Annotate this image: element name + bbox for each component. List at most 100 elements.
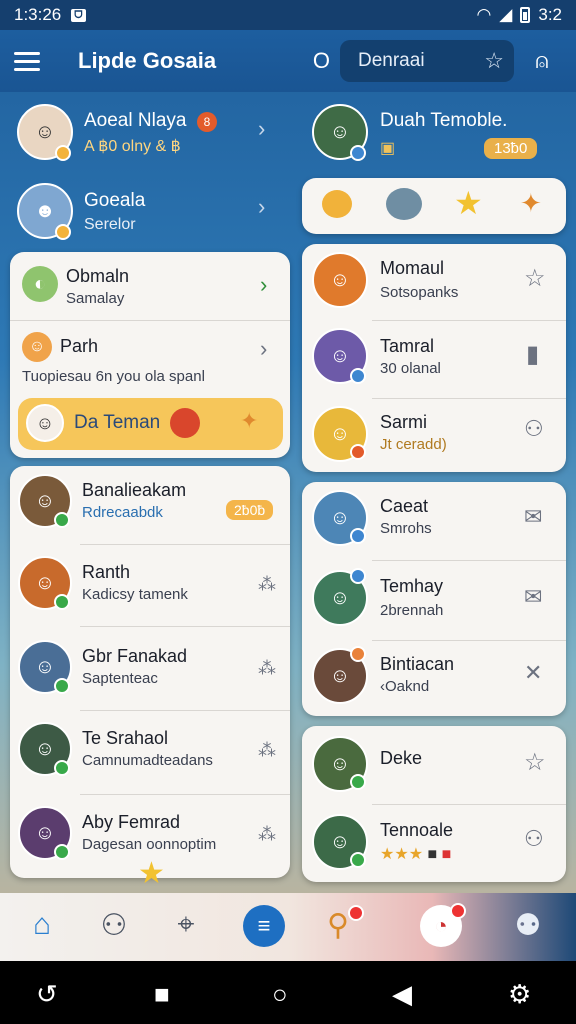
list-item[interactable]: ☺ Ranth Kadicsy tamenk ⁂ (10, 546, 290, 628)
signal-icon: ◢ (499, 5, 513, 24)
item-title: Te Srahaol (82, 728, 169, 748)
profile-icon[interactable]: ⚉ (506, 903, 550, 947)
home-icon[interactable]: ⌂ (20, 903, 64, 947)
list-item[interactable]: ☺ Banalieakam Rdrecaabdk 2ƀ0ƀ (10, 466, 290, 548)
pin-icon[interactable]: ⁂ (258, 824, 276, 845)
bottom-nav: ⌂ ⚇ ⌖ ≡ ⚲ ◔ ⚉ (0, 893, 576, 961)
online-dot (54, 594, 70, 610)
home-button-icon[interactable]: ○ (272, 979, 288, 1010)
app-title: Lipde Gosaia (78, 48, 217, 73)
chat-icon[interactable] (322, 190, 352, 218)
profile-icon[interactable]: ⍝ (522, 48, 562, 74)
list-item[interactable]: ☺ Temhay 2brennah ✉ (302, 562, 566, 640)
list-item[interactable]: ☺ Tennoale ★★★ ■ ■ ⚇ (302, 806, 566, 882)
game-icon[interactable]: ⚇ (524, 826, 544, 852)
item-title: Aby Femrad (82, 812, 181, 832)
avatar: ☺ (22, 332, 52, 362)
divider (372, 804, 566, 805)
mail-icon[interactable]: ✉ (524, 504, 542, 530)
item-sub: 2brennah (380, 602, 444, 619)
online-dot (350, 852, 366, 868)
badge-dot (350, 368, 366, 384)
battery-icon (520, 7, 531, 23)
list-item[interactable]: ☺ Tamral 30 olanal ▮ (302, 322, 566, 398)
item-title: Tamral (380, 336, 435, 356)
divider (372, 320, 566, 321)
divider (80, 794, 290, 795)
contact-row[interactable]: Duah Temoble. (380, 110, 507, 132)
pin-icon[interactable]: ⁂ (258, 740, 276, 761)
recents-icon[interactable]: ■ (154, 979, 170, 1010)
status-bar: 1:3:26 ᗜ ◠ ◢ 3:2 (0, 0, 576, 30)
location-icon[interactable]: ⌖ (164, 903, 208, 947)
bookmark-icon[interactable]: ▮ (526, 340, 539, 369)
emoji-icon (170, 408, 200, 438)
count-badge: 8 (196, 112, 217, 132)
star-icon[interactable]: ☆ (484, 48, 504, 74)
item-sub: 30 olanal (380, 360, 441, 377)
contact-sub: Serelor (84, 216, 136, 233)
chevron-right-icon[interactable]: › (260, 272, 267, 298)
contact-name: Duah Temoble. (380, 110, 508, 131)
accessibility-icon[interactable]: ⚙ (508, 979, 531, 1010)
list-item[interactable]: ☺ Bintiacan ‹Oaknd ✕ (302, 642, 566, 716)
list-item[interactable]: ☺ Deke ☆ (302, 726, 566, 804)
list-item[interactable]: ☺ Sarmi Jt ceradd) ⚇ (302, 400, 566, 472)
lock-icon: ▣ (380, 140, 396, 157)
badge-dot (55, 224, 71, 240)
rotate-icon[interactable]: ↺ (36, 979, 58, 1010)
pin-icon[interactable]: ⁂ (258, 658, 276, 679)
banner[interactable]: ☺ Da Teman ✦ (18, 398, 283, 450)
emoji-icon[interactable] (386, 188, 422, 220)
pin-icon[interactable]: ⁂ (258, 574, 276, 595)
star-outline-icon[interactable]: ☆ (524, 748, 546, 777)
chevron-right-icon[interactable]: › (258, 194, 265, 220)
search-toggle[interactable]: O (313, 48, 330, 74)
item-title: Tennoale (380, 820, 454, 840)
status-badge: 2ƀ0ƀ (226, 500, 274, 520)
crossed-icon[interactable]: ✕ (524, 660, 542, 686)
list-item[interactable]: ☺ Caeat Smrohs ✉ (302, 482, 566, 560)
chevron-right-icon[interactable]: › (260, 336, 267, 362)
item-title: Sarmi (380, 412, 428, 432)
star-outline-icon[interactable]: ☆ (524, 264, 546, 293)
list-item[interactable]: ☺ Gbr Fanakad Saptenteac ⁂ (10, 628, 290, 712)
contact-group: ☺ Momaul Sotsopanks ☆ ☺ Tamral 30 olanal… (302, 244, 566, 472)
rating-stars: ★★★ ■ ■ (380, 846, 452, 863)
item-sub: Dagesan oonnoptim (82, 836, 217, 853)
divider (80, 626, 290, 627)
chevron-right-icon[interactable]: › (258, 116, 265, 142)
mail-icon[interactable]: ✉ (524, 584, 542, 610)
divider (80, 710, 290, 711)
divider (372, 640, 566, 641)
star-icon[interactable]: ★ (454, 184, 483, 222)
item-sub: Samalay (66, 290, 125, 307)
list-item[interactable]: ◐ Obmaln Samalay › (10, 252, 290, 320)
messages-icon[interactable]: ≡ (243, 905, 285, 947)
item-sub: Sotsopanks (380, 284, 459, 301)
badge-dot (350, 145, 366, 161)
item-title: Momaul (380, 258, 445, 278)
badge-dot (350, 444, 366, 460)
item-title: Banalieakam (82, 480, 187, 500)
star-icon: ★ (138, 857, 165, 890)
search-input[interactable]: Denraai ☆ (340, 40, 514, 82)
list-item[interactable]: ☺ Parh › Tuopiesau 6n you ola spanl (10, 322, 290, 392)
list-item[interactable]: ☺ Momaul Sotsopanks ☆ (302, 244, 566, 320)
game-icon[interactable]: ⚇ (524, 416, 544, 442)
contact-name: Aoeal Nlaya (84, 110, 187, 131)
contact-row[interactable]: Goeala Serelor (84, 190, 145, 234)
contact-row[interactable]: Aoeal Nlaya 8 A ฿0 olny & ฿ (84, 110, 217, 156)
menu-icon[interactable] (14, 51, 40, 71)
puzzle-icon[interactable]: ✦ (240, 408, 258, 434)
back-icon[interactable]: ◀ (392, 979, 412, 1010)
item-title: Bintiacan (380, 654, 455, 674)
puzzle-icon[interactable]: ✦ (520, 188, 542, 219)
status-time: 1:3:26 (14, 5, 62, 24)
notification-icon: ᗜ (71, 8, 86, 22)
badge-dot (55, 145, 71, 161)
item-title: Gbr Fanakad (82, 646, 188, 666)
list-item[interactable]: ☺ Te Srahaol Camnumadteadans ⁂ (10, 712, 290, 796)
person-icon[interactable]: ⚇ (92, 903, 136, 947)
notification-dot (348, 905, 364, 921)
